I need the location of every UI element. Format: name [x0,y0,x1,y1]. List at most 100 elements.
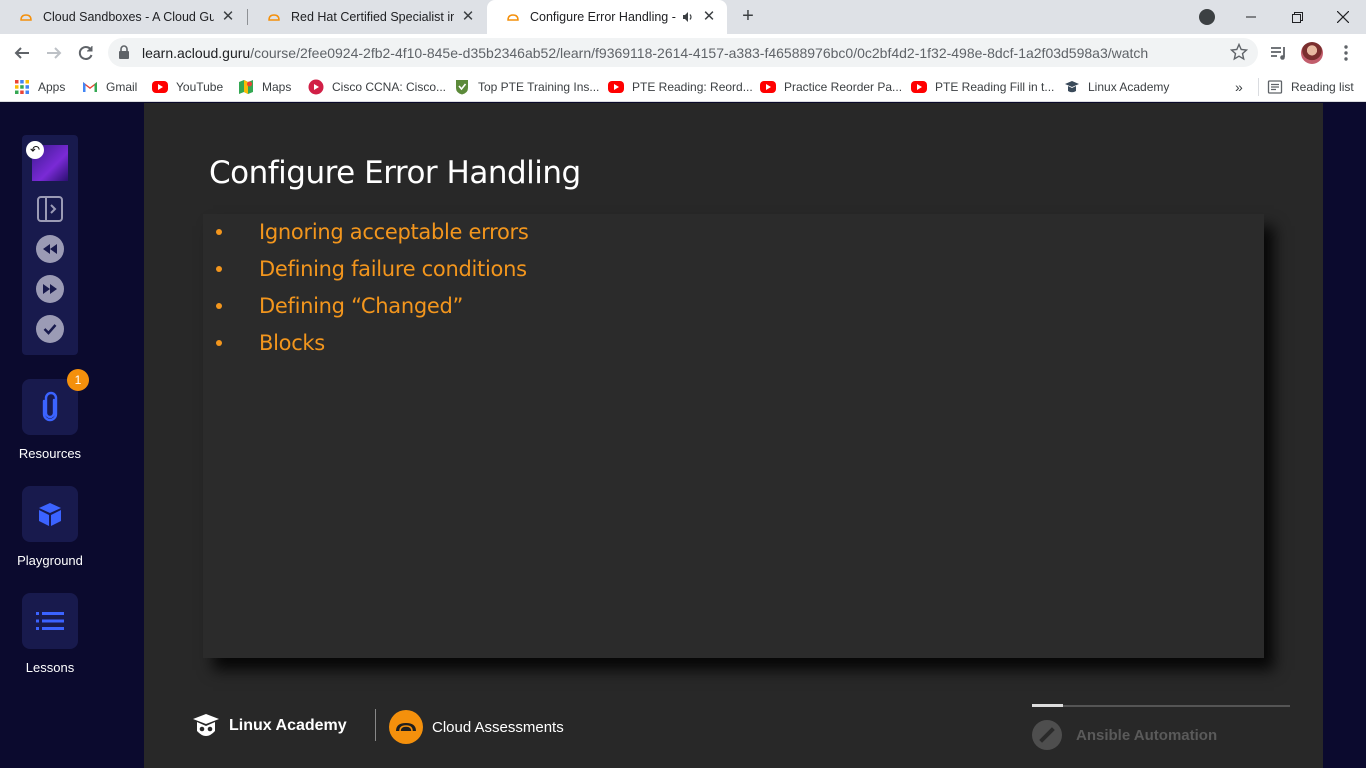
youtube-icon [152,79,168,95]
slide-bullet: Defining “Changed” [216,294,463,318]
bullet-text: Ignoring acceptable errors [259,220,529,244]
bookmark-label: Maps [262,80,292,94]
mark-complete-button[interactable] [36,315,64,343]
tab-search-icon[interactable] [1199,9,1215,25]
sidebar-expand-icon [37,196,63,222]
lessons-button[interactable] [22,593,78,649]
previous-lesson-button[interactable] [36,235,64,263]
cube-icon [39,503,61,526]
compass-icon [1032,720,1062,750]
section-progress-fill [1032,704,1063,707]
player-controls-panel: ↶ [22,135,78,355]
bookmark-label: PTE Reading: Reord... [632,80,753,94]
minimize-button[interactable] [1228,0,1274,34]
cloud-assessments-logo: Cloud Assessments [388,709,564,745]
maps-icon [239,80,253,94]
url-host: learn.acloud.guru [142,45,251,61]
linux-academy-logo: Linux Academy [191,711,347,741]
bullet-dot [216,340,222,346]
maximize-button[interactable] [1274,0,1320,34]
bookmark-label: YouTube [176,80,224,94]
minimize-icon [1246,16,1256,18]
browser-menu-button[interactable] [1334,41,1358,65]
back-to-course-icon[interactable]: ↶ [26,141,44,159]
profile-button[interactable] [1300,41,1324,65]
bullet-dot [216,229,222,235]
lock-icon[interactable] [118,45,130,59]
bookmark-practice-reorder[interactable]: Practice Reorder Pa... [760,78,902,96]
bullet-dot [216,266,222,272]
bookmark-youtube[interactable]: YouTube [152,78,223,96]
cisco-icon [308,79,324,95]
brand-cloud-assessments: Cloud Assessments [432,718,564,736]
forward-button[interactable] [40,39,68,67]
media-control-button[interactable] [1267,41,1291,65]
tab-cloud-sandboxes[interactable]: Cloud Sandboxes - A Cloud Guru ✕ [0,0,246,34]
tab-close-icon[interactable]: ✕ [701,9,717,25]
bookmark-cisco-ccna[interactable]: Cisco CCNA: Cisco... [308,78,446,96]
course-thumbnail[interactable]: ↶ [26,141,68,181]
reading-list-label: Reading list [1291,80,1354,94]
tab-strip: Cloud Sandboxes - A Cloud Guru ✕ Red Hat… [0,0,1366,34]
back-button[interactable] [8,39,36,67]
reading-list-icon [1267,80,1283,94]
course-player-page: ↶ 1 Resources Playground Lessons Configu… [0,103,1366,768]
bullet-text: Defining “Changed” [259,294,464,318]
tab-title: Red Hat Certified Specialist in Ansible [291,10,454,24]
playground-label[interactable]: Playground [0,553,100,568]
pte-icon [456,80,468,95]
bookmarks-bar: Apps Gmail YouTube Maps Cisco CCNA: Cisc… [0,72,1366,102]
bookmark-gmail[interactable]: Gmail [82,78,137,96]
resources-label[interactable]: Resources [0,446,100,461]
bookmark-label: PTE Reading Fill in t... [935,80,1055,94]
section-indicator: Ansible Automation [1032,720,1217,750]
bookmark-label: Apps [38,80,66,94]
checkmark-icon [36,315,64,343]
reload-button[interactable] [72,39,100,67]
slide-title: Configure Error Handling [209,155,581,191]
address-bar[interactable]: learn.acloud.guru/course/2fee0924-2fb2-4… [108,38,1258,67]
next-lesson-button[interactable] [36,275,64,303]
audio-playing-icon[interactable] [681,10,695,24]
tab-close-icon[interactable]: ✕ [220,9,236,25]
tab-close-icon[interactable]: ✕ [460,9,476,25]
new-tab-button[interactable]: + [737,5,759,27]
lessons-label[interactable]: Lessons [0,660,100,675]
footer-divider [375,709,376,741]
bookmark-linux-academy[interactable]: Linux Academy [1064,78,1169,96]
toggle-panel-button[interactable] [36,195,64,223]
reload-icon [78,46,93,60]
acloudguru-favicon-icon [268,14,280,21]
slide-bullet: Blocks [216,331,325,355]
reading-list-button[interactable]: Reading list [1258,78,1354,96]
close-window-button[interactable] [1320,0,1366,34]
bullet-text: Defining failure conditions [259,257,527,281]
bookmark-label: Cisco CCNA: Cisco... [332,80,447,94]
bookmark-pte-reading-reorder[interactable]: PTE Reading: Reord... [608,78,753,96]
tab-red-hat-specialist[interactable]: Red Hat Certified Specialist in Ansible … [248,0,486,34]
tab-title: Configure Error Handling - A Cloud Guru [530,10,677,24]
bullet-text: Blocks [259,331,325,355]
bookmark-label: Top PTE Training Ins... [478,80,600,94]
paperclip-icon [42,391,58,422]
kebab-menu-icon [1344,45,1348,61]
bookmark-pte-fill-in[interactable]: PTE Reading Fill in t... [911,78,1054,96]
acloudguru-favicon-icon [20,14,32,21]
bookmark-maps[interactable]: Maps [238,78,291,96]
resources-count-badge: 1 [67,369,89,391]
video-slide[interactable]: Configure Error Handling Ignoring accept… [144,103,1323,768]
forward-arrow-icon [47,47,62,59]
bookmark-top-pte[interactable]: Top PTE Training Ins... [454,78,599,96]
playground-button[interactable] [22,486,78,542]
bullet-dot [216,303,222,309]
list-icon [36,612,64,630]
bookmarks-overflow-button[interactable]: » [1235,78,1243,96]
back-arrow-icon [14,47,29,59]
tab-configure-error-handling[interactable]: Configure Error Handling - A Cloud Guru … [487,0,727,34]
bookmark-apps[interactable]: Apps [14,78,65,96]
linux-academy-icon [1065,81,1079,93]
bookmark-label: Gmail [106,80,138,94]
youtube-icon [760,79,776,95]
bookmark-star-icon[interactable] [1230,43,1248,61]
close-icon [1337,11,1349,23]
